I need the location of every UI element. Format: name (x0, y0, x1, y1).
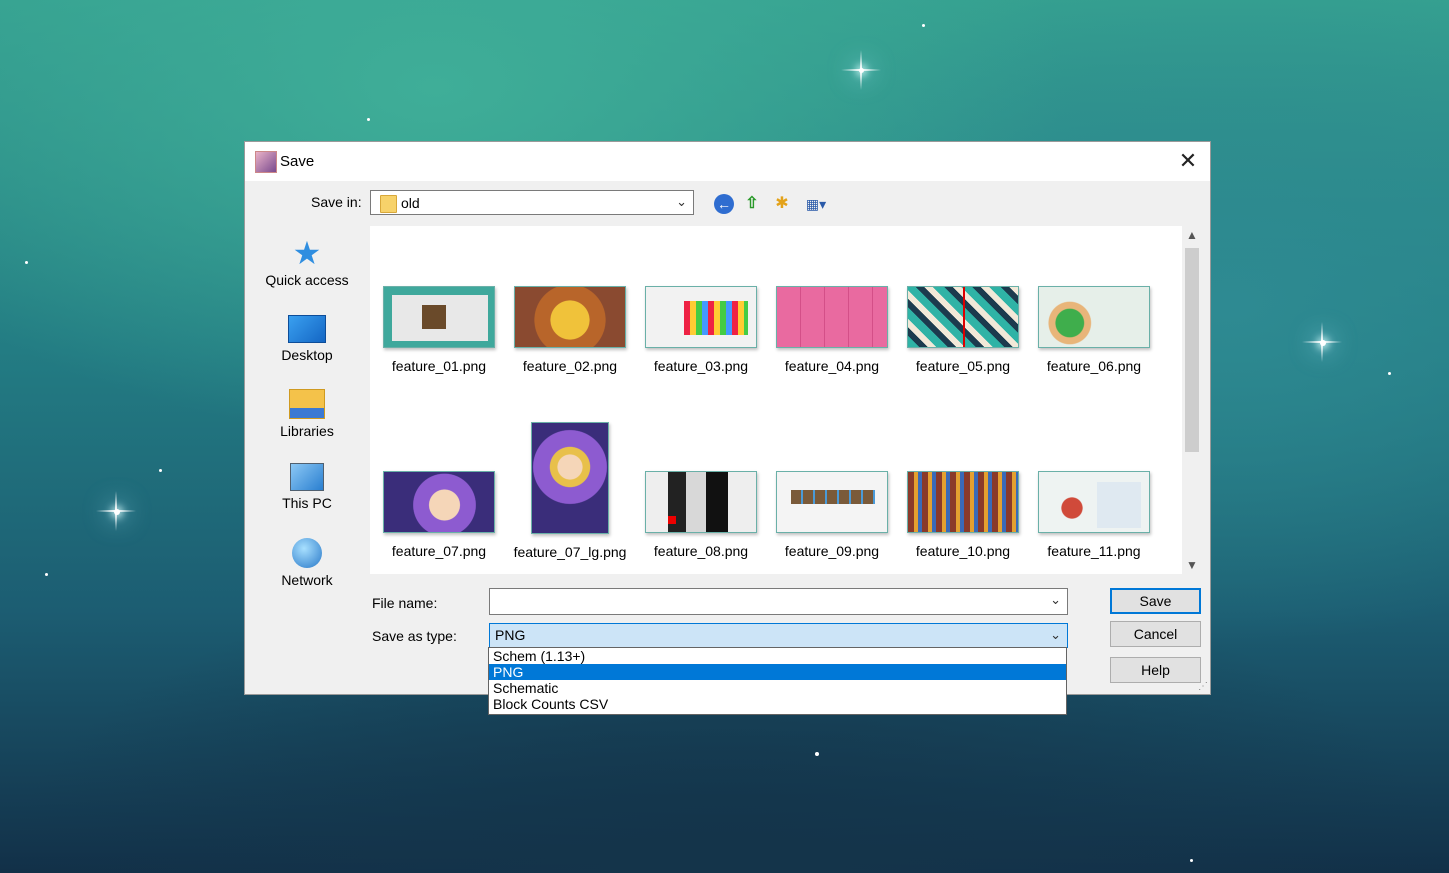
file-item[interactable]: feature_04.png (772, 286, 892, 374)
place-quick-access[interactable]: ★ Quick access (249, 235, 365, 288)
file-item[interactable]: feature_05.png (903, 286, 1023, 374)
save-in-label: Save in: (311, 194, 362, 210)
file-item[interactable]: feature_08.png (641, 471, 761, 559)
place-libraries[interactable]: Libraries (249, 389, 365, 439)
file-list[interactable]: feature_01.png feature_02.png feature_03… (370, 226, 1182, 574)
file-item[interactable]: feature_01.png (379, 286, 499, 374)
star-decoration (841, 50, 881, 90)
scroll-down-icon[interactable]: ▼ (1182, 558, 1202, 572)
file-name: feature_09.png (784, 543, 880, 559)
star-decoration (1302, 322, 1342, 362)
file-name: feature_04.png (784, 358, 880, 374)
chevron-down-icon[interactable]: ⌄ (1050, 592, 1061, 608)
network-icon (292, 538, 322, 568)
file-name: feature_01.png (391, 358, 487, 374)
star-decoration (45, 573, 48, 576)
file-item[interactable]: feature_07_lg.png (510, 422, 630, 560)
star-decoration (922, 24, 925, 27)
star-decoration (1190, 859, 1193, 862)
file-item[interactable]: feature_10.png (903, 471, 1023, 559)
file-thumbnail (531, 422, 609, 534)
star-icon: ★ (292, 235, 322, 271)
star-decoration (96, 491, 136, 531)
chevron-down-icon[interactable]: ⌄ (676, 194, 687, 210)
chevron-down-icon[interactable]: ⌄ (1050, 627, 1061, 643)
file-name: feature_05.png (915, 358, 1011, 374)
place-label: Libraries (280, 423, 334, 439)
file-thumbnail (776, 286, 888, 348)
file-item[interactable]: feature_02.png (510, 286, 630, 374)
save-dialog: Save ✕ Save in: old ⌄ ← ⇧ ✱ ▦▾ ★ Quick a… (244, 141, 1211, 695)
file-item[interactable]: feature_09.png (772, 471, 892, 559)
file-thumbnail (776, 471, 888, 533)
star-decoration (815, 752, 819, 756)
dropdown-option-selected[interactable]: PNG (489, 664, 1066, 680)
file-name: feature_06.png (1046, 358, 1142, 374)
dropdown-option[interactable]: Block Counts CSV (489, 696, 1066, 712)
file-thumbnail (645, 471, 757, 533)
file-item[interactable]: feature_03.png (641, 286, 761, 374)
place-label: Network (281, 572, 333, 588)
desktop-icon (288, 315, 326, 343)
file-item[interactable]: feature_06.png (1034, 286, 1154, 374)
dialog-title: Save (280, 153, 315, 170)
scroll-up-icon[interactable]: ▲ (1182, 228, 1202, 242)
file-thumbnail (1038, 471, 1150, 533)
place-label: Desktop (281, 347, 333, 363)
places-bar: ★ Quick access Desktop Libraries This PC… (249, 226, 365, 682)
cancel-button[interactable]: Cancel (1110, 621, 1201, 647)
close-icon[interactable]: ✕ (1166, 142, 1210, 181)
up-folder-icon[interactable]: ⇧ (742, 194, 762, 214)
file-thumbnail (383, 471, 495, 533)
place-network[interactable]: Network (249, 538, 365, 588)
save-in-value: old (401, 195, 420, 211)
file-name: feature_03.png (653, 358, 749, 374)
file-item[interactable]: feature_11.png (1034, 471, 1154, 559)
app-icon (255, 151, 277, 173)
place-label: Quick access (265, 272, 349, 288)
dropdown-option[interactable]: Schematic (489, 680, 1066, 696)
back-icon[interactable]: ← (714, 194, 734, 214)
save-type-value: PNG (495, 627, 526, 643)
computer-icon (290, 463, 324, 491)
file-name: feature_11.png (1047, 543, 1141, 559)
new-folder-icon[interactable]: ✱ (772, 194, 792, 214)
file-thumbnail (907, 471, 1019, 533)
place-desktop[interactable]: Desktop (249, 315, 365, 363)
file-thumbnail (1038, 286, 1150, 348)
scroll-thumb[interactable] (1185, 248, 1199, 452)
file-thumbnail (907, 286, 1019, 348)
file-name-field[interactable]: ⌄ (489, 588, 1068, 615)
file-name: feature_02.png (522, 358, 618, 374)
save-type-dropdown-list[interactable]: Schem (1.13+) PNG Schematic Block Counts… (488, 647, 1067, 715)
save-type-label: Save as type: (372, 628, 457, 644)
place-this-pc[interactable]: This PC (249, 463, 365, 511)
star-decoration (25, 261, 28, 264)
file-thumbnail (514, 286, 626, 348)
save-in-combobox[interactable]: old ⌄ (370, 190, 694, 215)
file-name: feature_07.png (391, 543, 487, 559)
file-item[interactable]: feature_07.png (379, 471, 499, 559)
save-button[interactable]: Save (1110, 588, 1201, 614)
star-decoration (1388, 372, 1391, 375)
file-thumbnail (645, 286, 757, 348)
file-thumbnail (383, 286, 495, 348)
star-decoration (367, 118, 370, 121)
star-decoration (159, 469, 162, 472)
dropdown-option[interactable]: Schem (1.13+) (489, 648, 1066, 664)
save-type-combobox[interactable]: PNG ⌄ (489, 623, 1068, 648)
file-name-label: File name: (372, 595, 438, 611)
folder-icon (380, 195, 397, 213)
file-name: feature_08.png (653, 543, 749, 559)
file-list-scrollbar[interactable]: ▲ ▼ (1182, 226, 1202, 574)
help-button[interactable]: Help (1110, 657, 1201, 683)
view-menu-icon[interactable]: ▦▾ (801, 194, 831, 214)
file-name: feature_07_lg.png (513, 544, 627, 560)
libraries-icon (289, 389, 325, 419)
resize-grip-icon[interactable]: ⋰ (1198, 681, 1208, 692)
place-label: This PC (282, 495, 332, 511)
file-name: feature_10.png (915, 543, 1011, 559)
title-bar: Save ✕ (245, 142, 1210, 181)
